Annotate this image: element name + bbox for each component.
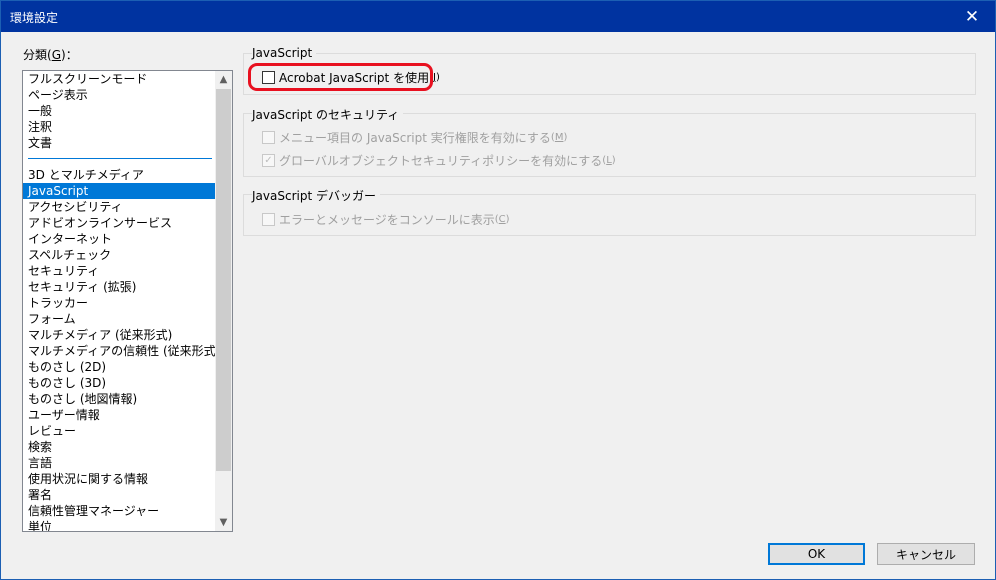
- category-item[interactable]: ものさし (3D): [23, 375, 216, 391]
- categories-list: フルスクリーンモード ページ表示 一般 注釈 文書 3D とマルチメディア JavaScri…: [23, 71, 216, 531]
- category-item[interactable]: マルチメディア (従来形式): [23, 327, 216, 343]
- category-item[interactable]: アドビオンラインサービス: [23, 215, 216, 231]
- enable-javascript-label: Acrobat JavaScript を使用: [279, 71, 430, 85]
- scroll-down-icon[interactable]: ▼: [215, 514, 232, 531]
- menu-privilege-checkbox[interactable]: [262, 131, 275, 144]
- javascript-group-title: JavaScript: [252, 46, 317, 60]
- debugger-group-title: JavaScript デバッガー: [252, 187, 380, 204]
- close-icon[interactable]: ✕: [949, 1, 995, 32]
- listbox-scrollbar[interactable]: ▲ ▼: [215, 71, 232, 531]
- ok-button[interactable]: OK: [768, 543, 865, 565]
- category-item[interactable]: 単位: [23, 519, 216, 531]
- global-object-checkbox[interactable]: ✓: [262, 154, 275, 167]
- category-item[interactable]: スペルチェック: [23, 247, 216, 263]
- category-item[interactable]: フルスクリーンモード: [23, 71, 216, 87]
- category-item[interactable]: トラッカー: [23, 295, 216, 311]
- category-item[interactable]: 文書: [23, 135, 216, 151]
- console-option[interactable]: エラーとメッセージをコンソールに表示 (C): [262, 211, 510, 228]
- categories-label: 分類(G)：: [23, 48, 78, 62]
- category-item[interactable]: 一般: [23, 103, 216, 119]
- menu-privilege-option[interactable]: メニュー項目の JavaScript 実行権限を有効にする (M): [262, 129, 567, 146]
- category-item[interactable]: 署名: [23, 487, 216, 503]
- preferences-dialog: 環境設定 ✕ 分類(G)： フルスクリーンモード ページ表示 一般 注釈 文書 3D とマ…: [0, 0, 996, 580]
- enable-javascript-option[interactable]: Acrobat JavaScript を使用 (J): [262, 69, 440, 86]
- security-group-title: JavaScript のセキュリティ: [252, 106, 404, 123]
- category-item[interactable]: 使用状況に関する情報: [23, 471, 216, 487]
- category-item[interactable]: フォーム: [23, 311, 216, 327]
- category-item[interactable]: ものさし (地図情報): [23, 391, 216, 407]
- category-item[interactable]: 言語: [23, 455, 216, 471]
- categories-listbox[interactable]: フルスクリーンモード ページ表示 一般 注釈 文書 3D とマルチメディア JavaScri…: [22, 70, 233, 532]
- console-checkbox[interactable]: [262, 213, 275, 226]
- category-item[interactable]: インターネット: [23, 231, 216, 247]
- category-item[interactable]: 注釈: [23, 119, 216, 135]
- category-item[interactable]: アクセシビリティ: [23, 199, 216, 215]
- category-item[interactable]: ものさし (2D): [23, 359, 216, 375]
- cancel-button[interactable]: キャンセル: [877, 543, 975, 565]
- title-bar: 環境設定 ✕: [1, 1, 995, 32]
- category-item[interactable]: マルチメディアの信頼性 (従来形式): [23, 343, 216, 359]
- menu-privilege-label: メニュー項目の JavaScript 実行権限を有効にする: [279, 131, 551, 145]
- category-item[interactable]: セキュリティ: [23, 263, 216, 279]
- window-title: 環境設定: [10, 11, 59, 25]
- scroll-up-icon[interactable]: ▲: [215, 71, 232, 88]
- category-item[interactable]: ページ表示: [23, 87, 216, 103]
- category-item[interactable]: ユーザー情報: [23, 407, 216, 423]
- category-item-selected[interactable]: JavaScript: [23, 183, 216, 199]
- scroll-thumb[interactable]: [216, 89, 231, 471]
- category-item[interactable]: レビュー: [23, 423, 216, 439]
- category-item[interactable]: 検索: [23, 439, 216, 455]
- console-label: エラーとメッセージをコンソールに表示: [279, 213, 495, 227]
- category-item[interactable]: セキュリティ (拡張): [23, 279, 216, 295]
- category-item[interactable]: 3D とマルチメディア: [23, 167, 216, 183]
- global-object-option[interactable]: ✓ グローバルオブジェクトセキュリティポリシーを有効にする (L): [262, 152, 616, 169]
- enable-javascript-checkbox[interactable]: [262, 71, 275, 84]
- list-separator: [23, 151, 216, 167]
- global-object-label: グローバルオブジェクトセキュリティポリシーを有効にする: [279, 154, 603, 168]
- category-item[interactable]: 信頼性管理マネージャー: [23, 503, 216, 519]
